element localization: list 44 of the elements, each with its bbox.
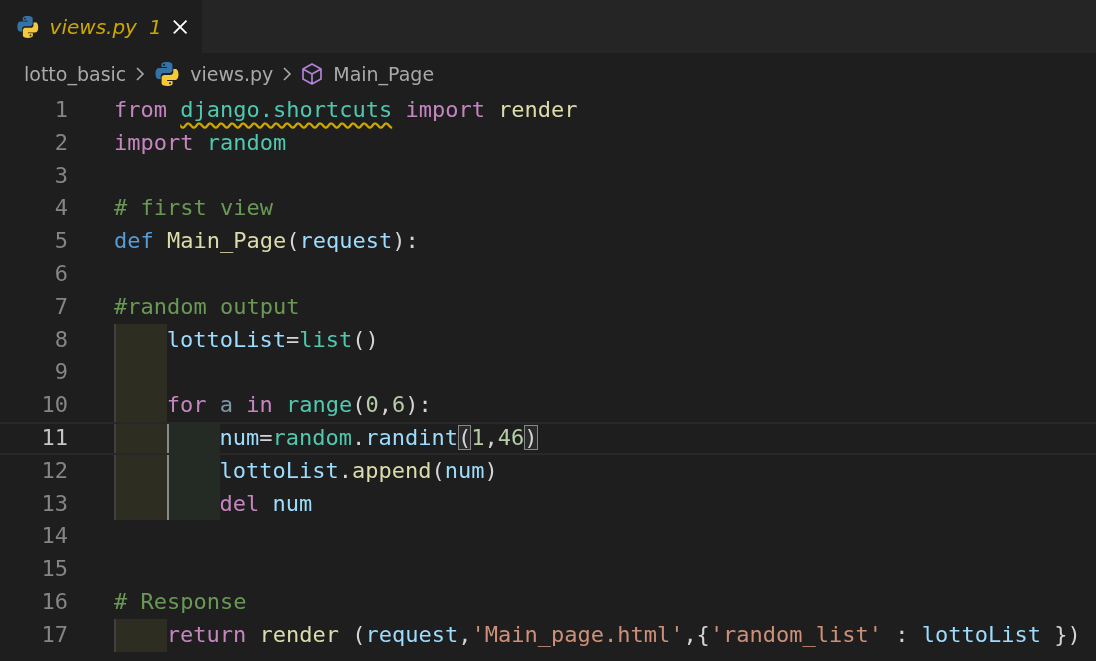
code-line: lottoList=list()	[166, 325, 379, 354]
code-line: lottoList.append(num)	[219, 456, 498, 485]
line-number: 17	[40, 620, 68, 649]
line-number: 13	[40, 489, 68, 518]
indent-guide	[166, 487, 220, 521]
line-number: 4	[53, 194, 68, 223]
chevron-icon	[134, 65, 147, 82]
indent-guide	[114, 487, 167, 521]
python-icon	[16, 13, 40, 40]
line-number: 3	[53, 161, 68, 190]
code-line: del num	[219, 489, 313, 518]
line-number: 10	[40, 391, 68, 420]
line-number: 15	[40, 555, 68, 584]
breadcrumb-label: views.py	[190, 62, 274, 85]
problem-count: 1	[148, 14, 162, 39]
indent-guide	[114, 323, 167, 357]
line-number: 14	[40, 522, 68, 551]
line-number: 1	[53, 96, 68, 124]
line-number: 12	[40, 456, 68, 485]
cube-icon	[301, 61, 324, 86]
line-number: 8	[53, 325, 68, 354]
code-line: num=random.randint(1,46)	[219, 423, 538, 452]
code-line: # first view	[114, 194, 273, 223]
breadcrumb-item[interactable]: lotto_basic	[24, 62, 127, 85]
line-number: 16	[40, 587, 68, 616]
line-number: 5	[53, 227, 68, 256]
line-number: 9	[53, 358, 68, 387]
code-line: #random output	[114, 292, 300, 321]
chevron-icon	[281, 65, 294, 82]
line-number: 11	[40, 423, 68, 452]
code-line: import random	[114, 128, 287, 157]
code-line: # Response	[114, 587, 247, 616]
line-number: 7	[53, 292, 68, 321]
editor-tab[interactable]: views.py 1	[0, 0, 202, 53]
close-icon[interactable]	[171, 17, 188, 36]
breadcrumb-label: Main_Page	[333, 62, 435, 85]
line-number: 2	[53, 128, 68, 157]
line-number: 6	[53, 260, 68, 288]
code-line: return render (request,'Main_page.html',{'random_list' : lottoList })	[166, 620, 1081, 649]
indent-guide	[114, 618, 167, 652]
code-line: for a in range(0,6):	[166, 391, 432, 420]
code-line: from django.shortcuts import render	[114, 96, 578, 124]
python-icon	[154, 60, 181, 87]
code-line: def Main_Page(request):	[114, 227, 419, 256]
